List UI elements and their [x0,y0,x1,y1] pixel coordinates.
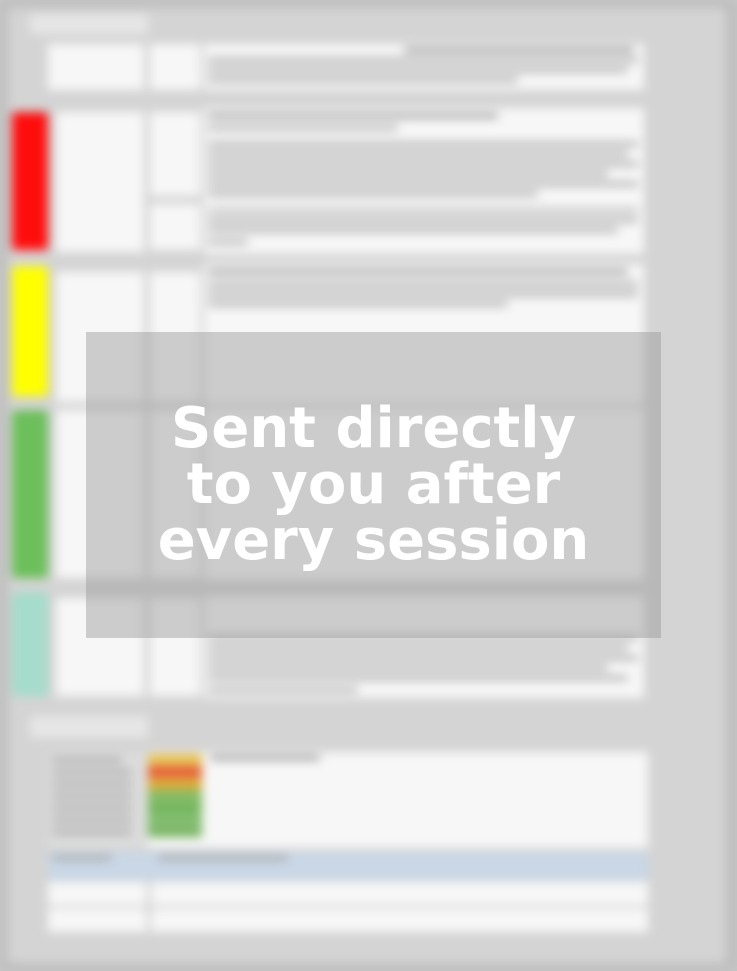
status-band-green [12,410,48,578]
legend-swatch [148,766,202,777]
legend-swatch [148,814,202,825]
red-label-cell [56,112,144,252]
summary-value-cell [150,44,200,90]
status-band-teal [12,592,48,696]
legend-swatch [148,790,202,801]
notice-line-3: every session [157,508,590,573]
legend-caption [210,756,320,760]
legend-swatch [148,802,202,813]
red-text-cell [204,108,644,254]
legend-swatch [148,826,202,837]
summary-label-cell [48,44,144,90]
summary-text-cell [204,44,644,90]
legend-swatches [148,752,204,842]
notice-text: Sent directly to you after every session [138,401,610,569]
section-header-tab-2 [30,716,148,738]
legend-swatch [148,778,202,789]
legend-swatch [148,754,202,765]
section-header-tab [30,14,148,34]
legend-label-column [48,752,148,848]
status-band-yellow [12,266,48,396]
red-value-cell-2 [150,204,200,250]
notice-line-2: to you after [186,452,561,517]
notice-overlay: Sent directly to you after every session [86,332,661,638]
bottom-table-header [48,852,648,880]
red-value-cell [150,112,200,196]
notice-line-1: Sent directly [171,396,576,461]
bottom-table-body [48,882,648,932]
status-band-red [12,112,48,250]
